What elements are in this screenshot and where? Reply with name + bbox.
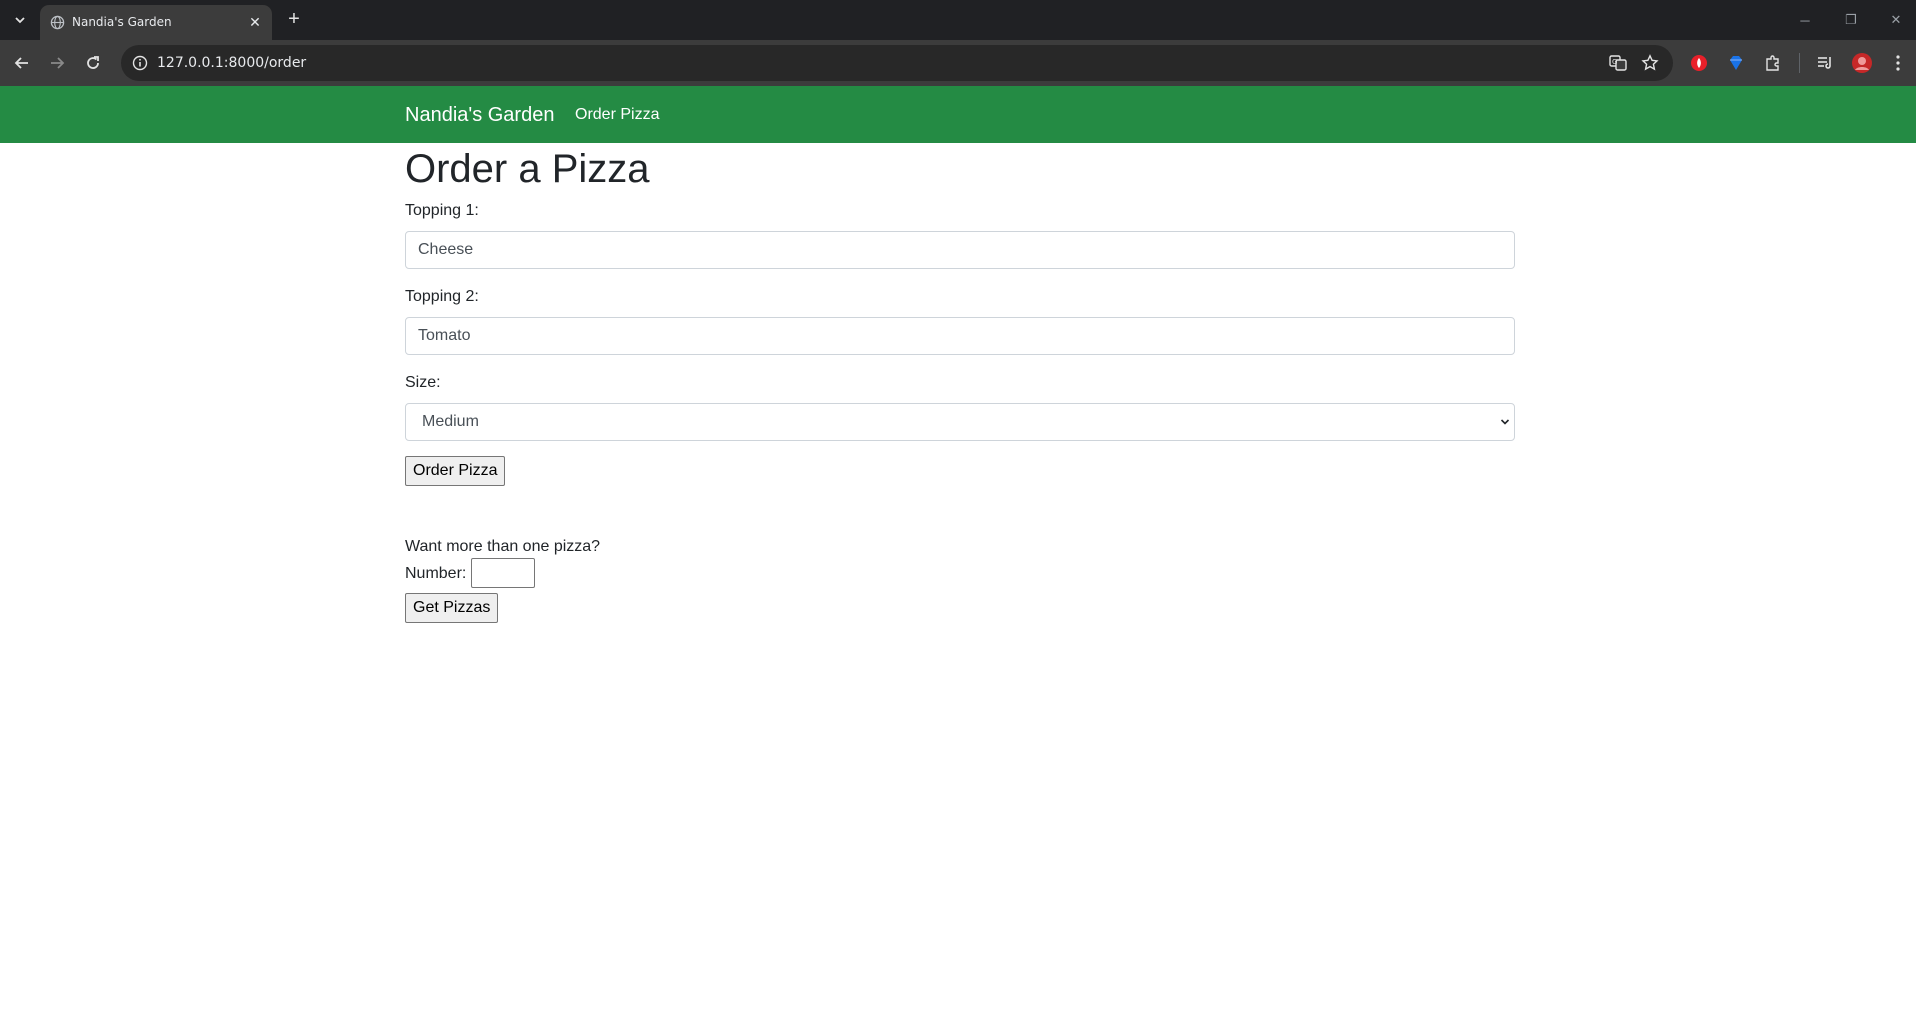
size-label: Size: — [405, 374, 441, 391]
extensions-puzzle-icon[interactable] — [1761, 51, 1785, 75]
multi-pizza-prompt: Want more than one pizza? — [405, 538, 601, 555]
address-bar[interactable]: 127.0.0.1:8000/order G — [121, 45, 1673, 81]
topping1-label: Topping 1: — [405, 202, 479, 219]
size-select[interactable]: Medium — [405, 403, 1515, 441]
tab-close-icon[interactable]: ✕ — [246, 13, 264, 31]
reload-icon — [87, 56, 99, 69]
site-navbar: Nandia's Garden Order Pizza — [0, 86, 1916, 143]
browser-toolbar: 127.0.0.1:8000/order G — [0, 40, 1916, 86]
page-title: Order a Pizza — [405, 147, 650, 191]
reload-button[interactable] — [79, 49, 107, 77]
svg-text:G: G — [1612, 58, 1617, 66]
translate-icon[interactable]: G — [1608, 53, 1628, 73]
chevron-down-icon — [1500, 419, 1510, 425]
close-window-button[interactable]: ✕ — [1876, 6, 1916, 34]
url-text: 127.0.0.1:8000/order — [157, 55, 307, 71]
bookmark-star-icon[interactable] — [1640, 53, 1660, 73]
browser-tab[interactable]: Nandia's Garden ✕ — [40, 5, 272, 40]
topping2-label: Topping 2: — [405, 288, 479, 305]
toolbar-divider — [1799, 53, 1800, 73]
arrow-right-icon — [51, 57, 65, 69]
nav-link-order-pizza[interactable]: Order Pizza — [575, 106, 659, 124]
number-input[interactable] — [471, 558, 535, 588]
number-label: Number: — [405, 565, 467, 582]
arrow-left-icon — [14, 57, 28, 69]
size-selected-value: Medium — [422, 413, 479, 430]
chevron-down-icon — [15, 17, 25, 24]
forward-button[interactable] — [43, 49, 71, 77]
navbar-brand[interactable]: Nandia's Garden — [405, 104, 554, 127]
browser-tabstrip: Nandia's Garden ✕ + ─ ❐ ✕ — [0, 0, 1916, 40]
get-pizzas-button[interactable]: Get Pizzas — [405, 593, 499, 623]
topping1-input[interactable]: Cheese — [405, 231, 1515, 269]
topping1-value: Cheese — [418, 241, 474, 258]
media-queue-icon[interactable] — [1813, 51, 1837, 75]
new-tab-button[interactable]: + — [282, 8, 306, 32]
tab-search-button[interactable] — [8, 9, 32, 31]
browser-menu-icon[interactable] — [1886, 51, 1910, 75]
globe-icon — [50, 15, 65, 30]
order-pizza-button[interactable]: Order Pizza — [405, 456, 506, 486]
extension-red-icon[interactable] — [1687, 51, 1711, 75]
site-info-icon[interactable] — [129, 52, 151, 74]
topping2-input[interactable]: Tomato — [405, 317, 1515, 355]
restore-button[interactable]: ❐ — [1831, 6, 1871, 34]
back-button[interactable] — [8, 49, 36, 77]
topping2-value: Tomato — [418, 327, 471, 344]
minimize-button[interactable]: ─ — [1785, 6, 1825, 34]
extension-gem-icon[interactable] — [1724, 51, 1748, 75]
profile-avatar-icon[interactable] — [1850, 51, 1874, 75]
tab-title: Nandia's Garden — [72, 15, 172, 29]
